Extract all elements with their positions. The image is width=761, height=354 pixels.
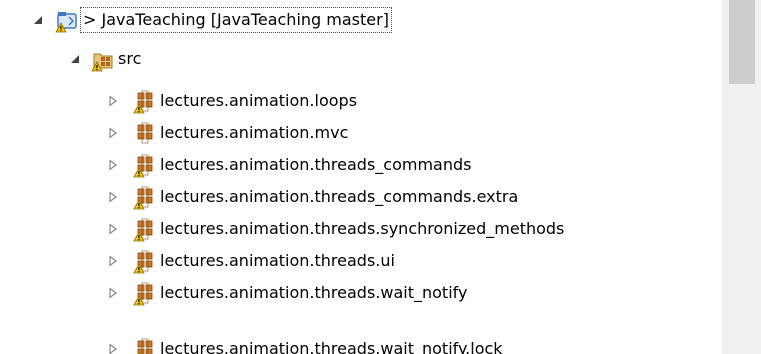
package-warning-icon — [133, 282, 155, 306]
expand-arrow-icon[interactable] — [108, 160, 118, 170]
package-label[interactable]: lectures.animation.threads_commands — [160, 154, 471, 176]
package-icon — [133, 122, 155, 144]
package-label[interactable]: lectures.animation.threads_commands.extr… — [160, 186, 518, 208]
package-warning-icon — [133, 338, 155, 354]
package-label[interactable]: lectures.animation.threads.ui — [160, 250, 395, 272]
expand-arrow-icon[interactable] — [108, 96, 118, 106]
expand-arrow-icon[interactable] — [108, 192, 118, 202]
expand-arrow-icon[interactable] — [108, 128, 118, 138]
package-label[interactable]: lectures.animation.threads.wait_notify.l… — [160, 338, 503, 354]
project-tree: > JavaTeaching [JavaTeaching master] src… — [0, 0, 722, 354]
package-label[interactable]: lectures.animation.mvc — [160, 122, 348, 144]
project-label[interactable]: > JavaTeaching [JavaTeaching master] — [80, 7, 392, 33]
package-warning-icon — [133, 218, 155, 242]
java-project-icon — [55, 9, 77, 33]
package-warning-icon — [133, 90, 155, 114]
scrollbar-thumb[interactable] — [729, 0, 755, 84]
package-warning-icon — [133, 250, 155, 274]
package-warning-icon — [133, 186, 155, 210]
vertical-scrollbar[interactable] — [722, 0, 761, 354]
collapse-arrow-icon[interactable] — [33, 15, 43, 25]
collapse-arrow-icon[interactable] — [70, 54, 80, 64]
package-explorer-view: > JavaTeaching [JavaTeaching master] src… — [0, 0, 761, 354]
source-folder-icon — [91, 48, 113, 72]
expand-arrow-icon[interactable] — [108, 256, 118, 266]
package-label[interactable]: lectures.animation.threads.synchronized_… — [160, 218, 564, 240]
package-label[interactable]: lectures.animation.loops — [160, 90, 357, 112]
expand-arrow-icon[interactable] — [108, 224, 118, 234]
source-folder-label[interactable]: src — [118, 48, 141, 70]
package-label[interactable]: lectures.animation.threads.wait_notify — [160, 282, 467, 304]
package-warning-icon — [133, 154, 155, 178]
expand-arrow-icon[interactable] — [108, 344, 118, 354]
expand-arrow-icon[interactable] — [108, 288, 118, 298]
